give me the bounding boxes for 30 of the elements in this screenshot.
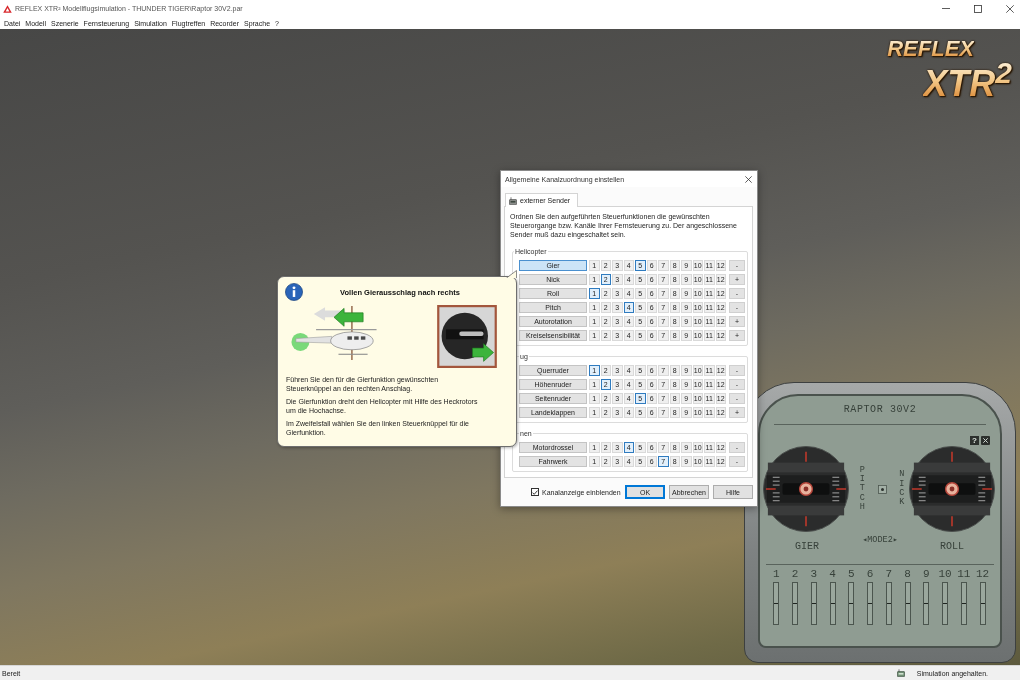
channel-number: 5 — [848, 569, 855, 580]
channel-number: 9 — [923, 569, 930, 580]
checkbox[interactable] — [531, 488, 539, 496]
model-name: RAPTOR 30V2 — [843, 404, 917, 415]
close-icon[interactable] — [745, 175, 752, 183]
axis-label: GIER — [794, 542, 820, 552]
control-stick-drawing — [437, 305, 497, 368]
help-button[interactable]: ? — [970, 436, 979, 445]
channel-number: 1 — [773, 569, 780, 580]
axis-label: ROLL — [939, 542, 965, 552]
transmitter-icon — [509, 196, 517, 205]
axis-label: NICK — [898, 470, 906, 508]
channel-number: 3 — [810, 569, 818, 580]
close-icon[interactable] — [1006, 4, 1014, 13]
checkmark-icon — [532, 489, 538, 495]
channel-number: 8 — [904, 569, 911, 580]
mode-label: ◂MODE2▸ — [861, 536, 899, 545]
channel-number: 10 — [938, 569, 952, 580]
channel-number: 2 — [791, 569, 799, 580]
indicator-icon — [877, 484, 887, 494]
transmitter-icon — [896, 669, 905, 677]
triangle-logo-icon — [3, 4, 12, 13]
axis-label: PITCH — [858, 465, 866, 513]
channel-number: 7 — [885, 569, 893, 580]
channel-number: 11 — [957, 569, 971, 580]
channel-number: 6 — [866, 569, 874, 580]
channel-number: 4 — [829, 569, 836, 580]
maximize-icon[interactable] — [974, 4, 982, 13]
channel-number: 12 — [976, 569, 990, 580]
info-icon — [285, 283, 303, 301]
